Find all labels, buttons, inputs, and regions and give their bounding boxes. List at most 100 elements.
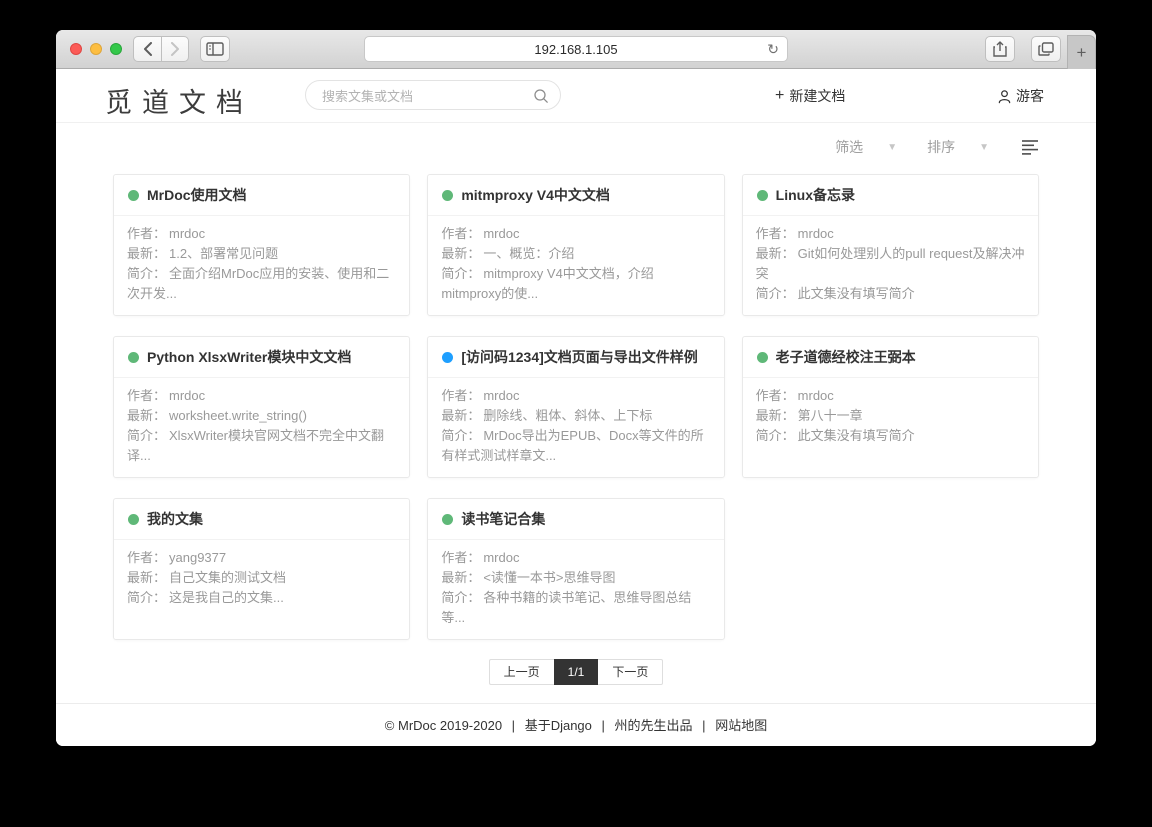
tab-overview-button[interactable] xyxy=(1031,36,1061,62)
new-doc-button[interactable]: + 新建文档 xyxy=(775,86,845,106)
card-latest-label: 最新： xyxy=(756,408,795,423)
card-latest-line: 最新：1.2、部署常见问题 xyxy=(127,244,396,264)
card-intro-label: 简介： xyxy=(441,428,480,443)
collection-status-dot xyxy=(128,352,139,363)
minimize-window-button[interactable] xyxy=(90,43,102,55)
share-button[interactable] xyxy=(985,36,1015,62)
card-latest-label: 最新： xyxy=(127,408,166,423)
browser-window: 192.168.1.105 ↻ + 觅道文档 xyxy=(56,30,1096,746)
card-body: 作者：yang9377 最新：自己文集的测试文档 简介：这是我自己的文集... xyxy=(114,540,409,616)
list-view-toggle[interactable] xyxy=(1021,139,1039,156)
url-text: 192.168.1.105 xyxy=(534,42,617,57)
window-controls xyxy=(70,43,122,55)
card-header: Linux备忘录 xyxy=(743,175,1038,216)
collection-card[interactable]: Python XlsxWriter模块中文文档 作者：mrdoc 最新：work… xyxy=(113,336,410,478)
card-author-value: mrdoc xyxy=(483,388,519,403)
reload-icon[interactable]: ↻ xyxy=(767,42,779,56)
card-title: [访问码1234]文档页面与导出文件样例 xyxy=(461,347,697,367)
card-latest-label: 最新： xyxy=(756,246,795,261)
new-tab-button[interactable]: + xyxy=(1067,35,1096,69)
card-latest-value: 一、概览：介绍 xyxy=(483,246,574,261)
card-author-label: 作者： xyxy=(127,550,166,565)
collection-card[interactable]: 读书笔记合集 作者：mrdoc 最新：<读懂一本书>思维导图 简介：各种书籍的读… xyxy=(427,498,724,640)
user-label: 游客 xyxy=(1016,86,1044,106)
card-author-value: mrdoc xyxy=(169,388,205,403)
collection-card[interactable]: 老子道德经校注王弼本 作者：mrdoc 最新：第八十一章 简介：此文集没有填写简… xyxy=(742,336,1039,478)
footer-link-django[interactable]: 基于Django xyxy=(525,718,592,733)
card-intro-value: MrDoc导出为EPUB、Docx等文件的所有样式测试样章文... xyxy=(441,428,703,463)
collection-card[interactable]: 我的文集 作者：yang9377 最新：自己文集的测试文档 简介：这是我自己的文… xyxy=(113,498,410,640)
card-header: 读书笔记合集 xyxy=(428,499,723,540)
footer-link-sitemap[interactable]: 网站地图 xyxy=(715,718,767,733)
fullscreen-window-button[interactable] xyxy=(110,43,122,55)
card-body: 作者：mrdoc 最新：Git如何处理别人的pull request及解决冲突 … xyxy=(743,216,1038,312)
card-author-label: 作者： xyxy=(441,226,480,241)
copyright-text: © MrDoc 2019-2020 xyxy=(385,718,502,733)
card-header: [访问码1234]文档页面与导出文件样例 xyxy=(428,337,723,378)
card-intro-label: 简介： xyxy=(441,590,480,605)
collection-card[interactable]: [访问码1234]文档页面与导出文件样例 作者：mrdoc 最新：删除线、粗体、… xyxy=(427,336,724,478)
card-latest-label: 最新： xyxy=(441,570,480,585)
address-bar[interactable]: 192.168.1.105 ↻ xyxy=(364,36,788,62)
filter-dropdown[interactable]: 筛选 ▼ xyxy=(835,137,897,157)
card-title: 老子道德经校注王弼本 xyxy=(776,347,916,367)
card-intro-label: 简介： xyxy=(756,428,795,443)
card-latest-line: 最新：第八十一章 xyxy=(756,406,1025,426)
filter-sort-row: 筛选 ▼ 排序 ▼ xyxy=(113,133,1039,161)
prev-page-button[interactable]: 上一页 xyxy=(489,659,554,685)
pagination: 上一页 1/1 下一页 xyxy=(56,659,1096,685)
card-latest-value: <读懂一本书>思维导图 xyxy=(483,570,615,585)
card-latest-value: 自己文集的测试文档 xyxy=(169,570,286,585)
search-input[interactable] xyxy=(320,82,524,110)
collection-status-dot xyxy=(757,352,768,363)
collection-status-dot xyxy=(757,190,768,201)
card-latest-label: 最新： xyxy=(441,408,480,423)
card-header: 我的文集 xyxy=(114,499,409,540)
card-intro-line: 简介：此文集没有填写简介 xyxy=(756,284,1025,304)
card-author-label: 作者： xyxy=(127,226,166,241)
collection-card[interactable]: Linux备忘录 作者：mrdoc 最新：Git如何处理别人的pull requ… xyxy=(742,174,1039,316)
card-latest-line: 最新：自己文集的测试文档 xyxy=(127,568,396,588)
card-header: mitmproxy V4中文文档 xyxy=(428,175,723,216)
card-author-value: mrdoc xyxy=(483,550,519,565)
card-header: 老子道德经校注王弼本 xyxy=(743,337,1038,378)
card-latest-line: 最新：删除线、粗体、斜体、上下标 xyxy=(441,406,710,426)
user-menu[interactable]: 游客 xyxy=(997,86,1044,106)
card-body: 作者：mrdoc 最新：1.2、部署常见问题 简介：全面介绍MrDoc应用的安装… xyxy=(114,216,409,312)
collection-card[interactable]: mitmproxy V4中文文档 作者：mrdoc 最新：一、概览：介绍 简介：… xyxy=(427,174,724,316)
screenshot-stage: 192.168.1.105 ↻ + 觅道文档 xyxy=(0,0,1152,827)
card-body: 作者：mrdoc 最新：worksheet.write_string() 简介：… xyxy=(114,378,409,474)
card-latest-line: 最新：Git如何处理别人的pull request及解决冲突 xyxy=(756,244,1025,284)
close-window-button[interactable] xyxy=(70,43,82,55)
card-body: 作者：mrdoc 最新：删除线、粗体、斜体、上下标 简介：MrDoc导出为EPU… xyxy=(428,378,723,474)
sidebar-icon xyxy=(206,42,224,56)
back-button[interactable] xyxy=(133,36,161,62)
new-doc-label: 新建文档 xyxy=(789,86,845,106)
site-header: 觅道文档 + 新建文档 游客 xyxy=(56,69,1096,123)
footer-link-author[interactable]: 州的先生出品 xyxy=(615,718,693,733)
sort-dropdown[interactable]: 排序 ▼ xyxy=(927,137,989,157)
next-page-button[interactable]: 下一页 xyxy=(598,659,663,685)
user-icon xyxy=(997,89,1012,104)
card-author-line: 作者：mrdoc xyxy=(441,386,710,406)
card-author-label: 作者： xyxy=(441,550,480,565)
card-author-line: 作者：mrdoc xyxy=(441,224,710,244)
card-latest-label: 最新： xyxy=(441,246,480,261)
site-logo[interactable]: 觅道文档 xyxy=(105,81,253,120)
forward-button[interactable] xyxy=(161,36,189,62)
collection-card[interactable]: MrDoc使用文档 作者：mrdoc 最新：1.2、部署常见问题 简介：全面介绍… xyxy=(113,174,410,316)
card-body: 作者：mrdoc 最新：第八十一章 简介：此文集没有填写简介 xyxy=(743,378,1038,454)
card-intro-line: 简介：MrDoc导出为EPUB、Docx等文件的所有样式测试样章文... xyxy=(441,426,710,466)
card-intro-value: 这是我自己的文集... xyxy=(169,590,284,605)
card-latest-value: worksheet.write_string() xyxy=(169,408,307,423)
card-author-value: mrdoc xyxy=(483,226,519,241)
card-author-line: 作者：mrdoc xyxy=(756,224,1025,244)
sidebar-toggle-button[interactable] xyxy=(200,36,230,62)
card-header: MrDoc使用文档 xyxy=(114,175,409,216)
card-intro-label: 简介： xyxy=(127,590,166,605)
search-icon[interactable] xyxy=(533,88,549,104)
card-header: Python XlsxWriter模块中文文档 xyxy=(114,337,409,378)
card-intro-label: 简介： xyxy=(127,266,166,281)
card-author-value: yang9377 xyxy=(169,550,226,565)
chevron-down-icon: ▼ xyxy=(979,142,989,153)
